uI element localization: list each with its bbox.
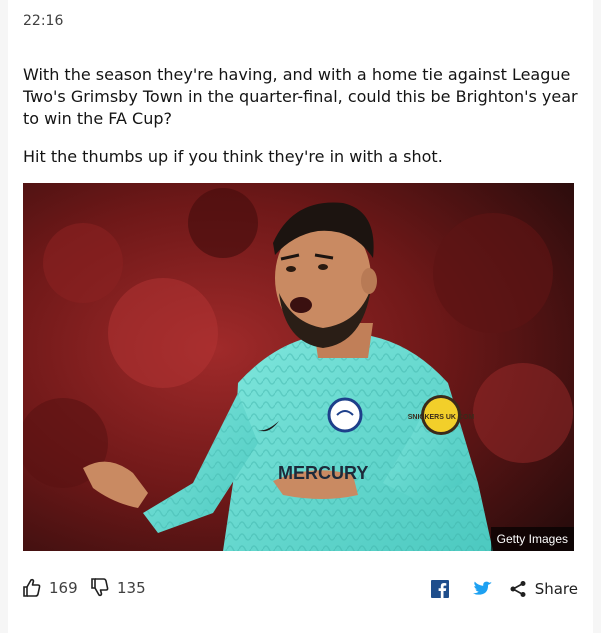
post-paragraph: Hit the thumbs up if you think they're i… (23, 147, 443, 166)
post-paragraph: With the season they're having, and with… (23, 65, 578, 128)
share-label: Share (534, 580, 578, 598)
live-post-card: 22:16 With the season they're having, an… (8, 0, 593, 633)
thumbs-down-icon (91, 578, 109, 597)
post-footer: 169 135 Share (23, 574, 578, 604)
twitter-icon (472, 581, 492, 595)
thumbs-up-icon (23, 578, 41, 597)
share-button[interactable]: Share (509, 580, 578, 598)
share-toolbar: Share (427, 578, 578, 600)
thumbs-down-count: 135 (117, 578, 146, 597)
share-icon (510, 581, 526, 597)
thumbs-up-count: 169 (49, 578, 78, 597)
photo-credit: Getty Images (490, 527, 574, 551)
thumbs-up-button[interactable]: 169 (23, 578, 78, 597)
shirt-sponsor-text: MERCURY (278, 463, 368, 483)
thumbs-down-button[interactable]: 135 (91, 578, 146, 597)
svg-text:SNICKERS UK COM: SNICKERS UK COM (408, 414, 475, 421)
player-photo-illustration: MERCURY SNICKERS UK COM (23, 183, 574, 551)
facebook-share-button[interactable] (427, 578, 453, 600)
facebook-icon (430, 580, 449, 598)
post-photo: MERCURY SNICKERS UK COM Getty Images (23, 183, 574, 551)
twitter-share-button[interactable] (469, 578, 495, 600)
post-timestamp: 22:16 (23, 13, 64, 29)
